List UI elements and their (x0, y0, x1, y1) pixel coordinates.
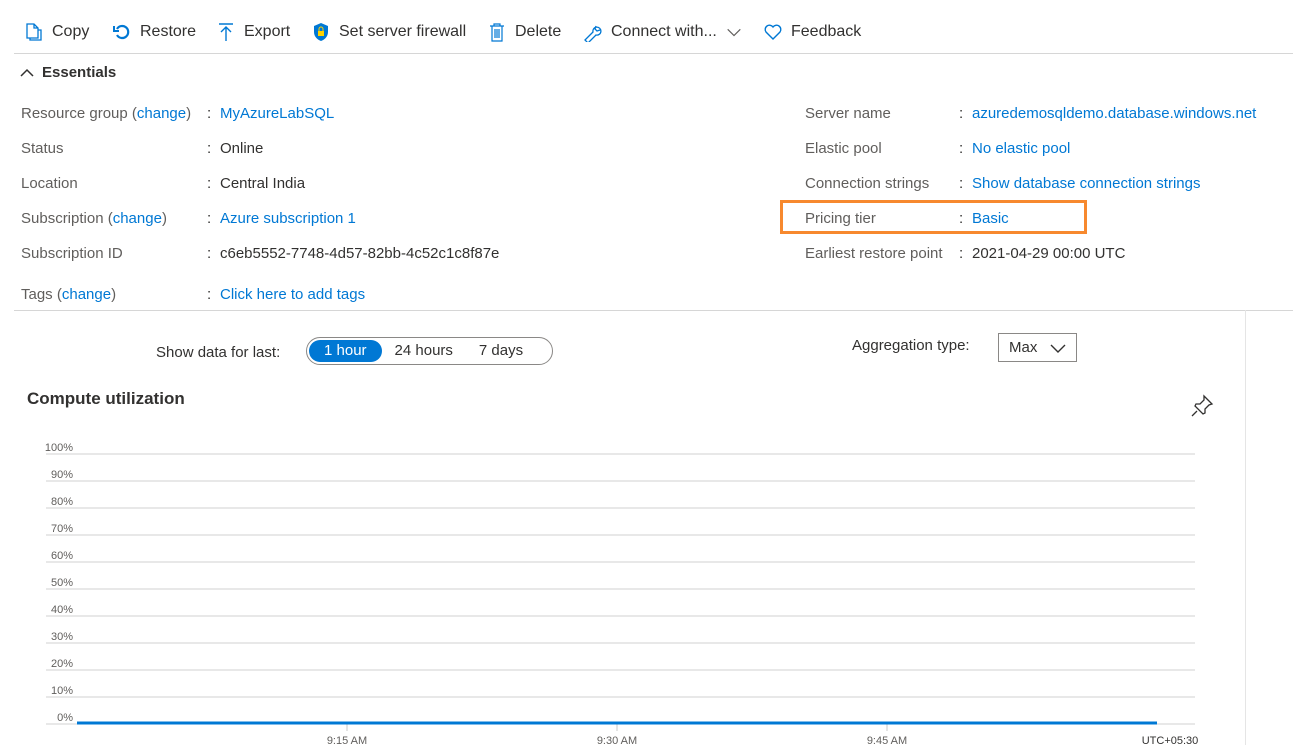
chevron-down-icon (727, 28, 741, 37)
trash-icon (490, 23, 504, 42)
connect-with-button[interactable]: Connect with... (583, 20, 743, 44)
subscription-id-value: c6eb5552-7748-4d57-82bb-4c52c1c8f87e (220, 245, 500, 262)
colon: : (207, 286, 212, 303)
subscription-link[interactable]: Azure subscription 1 (220, 210, 356, 227)
shield-lock-icon (314, 23, 328, 41)
y-tick-label: 50% (51, 577, 73, 589)
restore-point-value: 2021-04-29 00:00 UTC (972, 245, 1126, 262)
connect-label: Connect with... (611, 23, 717, 40)
colon: : (959, 175, 964, 192)
compute-utilization-chart: 100% 90% 80% 70% 60% 50% 40% 30% 20% 10% 0% 9:15 AM… (45, 442, 1199, 745)
essentials-toggle[interactable]: Essentials (20, 64, 116, 81)
export-label: Export (244, 23, 291, 40)
y-tick-label: 70% (51, 523, 73, 535)
firewall-label: Set server firewall (339, 23, 467, 40)
copy-icon (26, 23, 42, 41)
aggregation-value: Max (1009, 339, 1038, 356)
subscription-change-link[interactable]: change (113, 210, 162, 227)
location-value: Central India (220, 175, 306, 192)
colon: : (959, 105, 964, 122)
heart-icon (764, 24, 782, 40)
y-tick-label: 20% (51, 658, 73, 670)
pin-icon[interactable] (1190, 394, 1214, 418)
chevron-down-icon (1050, 344, 1066, 353)
time-range-toggle[interactable]: 1 hour 24 hours 7 days (306, 337, 553, 365)
show-data-label: Show data for last: (156, 344, 281, 361)
pane-divider (1245, 310, 1246, 745)
pricing-tier-label: Pricing tier (805, 210, 876, 227)
feedback-label: Feedback (791, 23, 862, 40)
chevron-up-icon (20, 68, 34, 77)
copy-label: Copy (52, 23, 90, 40)
restore-point-label: Earliest restore point (805, 245, 943, 262)
aggregation-dropdown[interactable]: Max (998, 333, 1077, 362)
range-7-days[interactable]: 7 days (466, 340, 536, 362)
timezone-label: UTC+05:30 (1142, 735, 1199, 745)
add-tags-link[interactable]: Click here to add tags (220, 286, 365, 303)
subscription-label: Subscription (change) (21, 210, 167, 227)
export-button[interactable]: Export (216, 20, 290, 44)
tags-label: Tags (change) (21, 286, 117, 303)
x-tick-label: 9:45 AM (867, 735, 907, 745)
range-1-hour[interactable]: 1 hour (309, 340, 382, 362)
restore-button[interactable]: Restore (112, 20, 196, 44)
wrench-icon (584, 25, 602, 42)
export-icon (219, 23, 233, 41)
essentials-divider (14, 310, 1293, 311)
set-server-firewall-button[interactable]: Set server firewall (311, 20, 466, 44)
status-label: Status (21, 140, 64, 157)
y-tick-label: 0% (57, 712, 73, 724)
chart-title: Compute utilization (27, 389, 185, 408)
y-tick-label: 90% (51, 469, 73, 481)
connection-strings-label: Connection strings (805, 175, 930, 192)
location-label: Location (21, 175, 78, 192)
resource-group-change-link[interactable]: change (137, 105, 186, 122)
aggregation-label: Aggregation type: (852, 337, 970, 354)
restore-icon (113, 24, 130, 40)
range-24-hours[interactable]: 24 hours (382, 340, 466, 362)
subscription-id-label: Subscription ID (21, 245, 123, 262)
y-tick-label: 30% (51, 631, 73, 643)
delete-button[interactable]: Delete (487, 20, 561, 44)
y-tick-label: 10% (51, 685, 73, 697)
colon: : (207, 245, 212, 262)
resource-group-label: Resource group (change) (21, 105, 192, 122)
y-tick-label: 40% (51, 604, 73, 616)
colon: : (959, 140, 964, 157)
pricing-tier-link[interactable]: Basic (972, 210, 1009, 227)
tags-change-link[interactable]: change (62, 286, 111, 303)
colon: : (207, 175, 212, 192)
x-tick-label: 9:15 AM (327, 735, 367, 745)
resource-group-link[interactable]: MyAzureLabSQL (220, 105, 334, 122)
y-tick-label: 60% (51, 550, 73, 562)
elastic-pool-label: Elastic pool (805, 140, 882, 157)
colon: : (959, 245, 964, 262)
server-name-label: Server name (805, 105, 891, 122)
restore-label: Restore (140, 23, 197, 40)
x-tick-label: 9:30 AM (597, 735, 637, 745)
connection-strings-link[interactable]: Show database connection strings (972, 175, 1200, 192)
colon: : (207, 105, 212, 122)
colon: : (959, 210, 964, 227)
essentials-title: Essentials (42, 64, 117, 81)
colon: : (207, 210, 212, 227)
server-name-link[interactable]: azuredemosqldemo.database.windows.net (972, 105, 1256, 122)
status-value: Online (220, 140, 264, 157)
delete-label: Delete (515, 23, 562, 40)
toolbar-divider (14, 53, 1293, 54)
y-tick-label: 80% (51, 496, 73, 508)
colon: : (207, 140, 212, 157)
y-tick-label: 100% (45, 442, 73, 454)
elastic-pool-link[interactable]: No elastic pool (972, 140, 1070, 157)
copy-button[interactable]: Copy (24, 20, 89, 44)
feedback-button[interactable]: Feedback (763, 20, 861, 44)
